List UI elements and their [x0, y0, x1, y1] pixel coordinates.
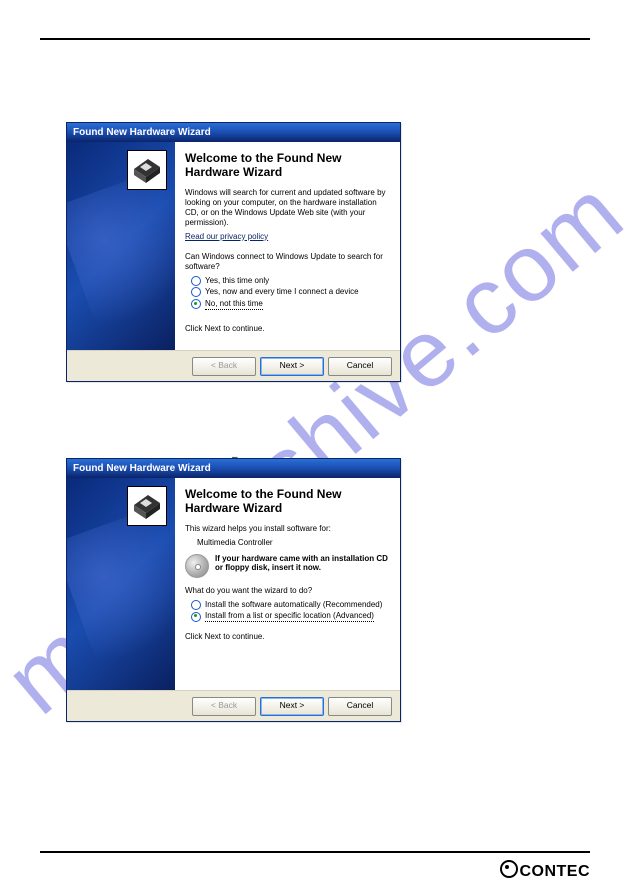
- wizard-dialog-1: Found New Hardware Wizard Welcome to the…: [66, 122, 401, 382]
- question-text: What do you want the wizard to do?: [185, 586, 390, 596]
- radio-option-no[interactable]: No, not this time: [191, 299, 390, 310]
- cd-prompt-row: If your hardware came with an installati…: [185, 554, 390, 578]
- radio-label: Install the software automatically (Reco…: [205, 600, 382, 610]
- device-name: Multimedia Controller: [197, 538, 390, 548]
- wizard-dialog-2: Found New Hardware Wizard Welcome to the…: [66, 458, 401, 722]
- header-rule: [40, 38, 590, 40]
- titlebar[interactable]: Found New Hardware Wizard: [67, 459, 400, 478]
- question-text: Can Windows connect to Windows Update to…: [185, 252, 390, 272]
- radio-icon: [191, 600, 201, 610]
- footer-rule: [40, 851, 590, 853]
- continue-text: Click Next to continue.: [185, 324, 390, 334]
- radio-label: No, not this time: [205, 299, 263, 310]
- dialog-content: Welcome to the Found New Hardware Wizard…: [175, 142, 400, 350]
- intro-text: This wizard helps you install software f…: [185, 524, 390, 534]
- radio-group: Install the software automatically (Reco…: [191, 600, 390, 623]
- cd-icon: [185, 554, 209, 578]
- button-bar: < Back Next > Cancel: [67, 350, 400, 381]
- button-bar: < Back Next > Cancel: [67, 690, 400, 721]
- continue-text: Click Next to continue.: [185, 632, 390, 642]
- radio-option-yes-once[interactable]: Yes, this time only: [191, 276, 390, 286]
- cancel-button[interactable]: Cancel: [328, 697, 392, 716]
- wizard-heading: Welcome to the Found New Hardware Wizard: [185, 488, 390, 516]
- cancel-button[interactable]: Cancel: [328, 357, 392, 376]
- radio-label: Install from a list or specific location…: [205, 611, 374, 622]
- dialog-body: Welcome to the Found New Hardware Wizard…: [67, 142, 400, 350]
- titlebar[interactable]: Found New Hardware Wizard: [67, 123, 400, 142]
- dialog-body: Welcome to the Found New Hardware Wizard…: [67, 478, 400, 690]
- radio-icon: [191, 299, 201, 309]
- intro-text: Windows will search for current and upda…: [185, 188, 390, 228]
- radio-icon: [191, 276, 201, 286]
- document-page: manualshive.com Found New Hardware Wizar…: [0, 0, 630, 893]
- radio-label: Yes, this time only: [205, 276, 269, 286]
- radio-option-yes-always[interactable]: Yes, now and every time I connect a devi…: [191, 287, 390, 297]
- privacy-link[interactable]: Read our privacy policy: [185, 232, 268, 241]
- radio-option-auto[interactable]: Install the software automatically (Reco…: [191, 600, 390, 610]
- radio-icon: [191, 612, 201, 622]
- radio-option-advanced[interactable]: Install from a list or specific location…: [191, 611, 390, 622]
- next-button[interactable]: Next >: [260, 357, 324, 376]
- radio-label: Yes, now and every time I connect a devi…: [205, 287, 359, 297]
- wizard-heading: Welcome to the Found New Hardware Wizard: [185, 152, 390, 180]
- wizard-sidebar: [67, 142, 175, 350]
- radio-group: Yes, this time only Yes, now and every t…: [191, 276, 390, 310]
- cd-prompt-text: If your hardware came with an installati…: [215, 554, 390, 573]
- hardware-icon: [127, 150, 167, 190]
- back-button: < Back: [192, 357, 256, 376]
- dialog-content: Welcome to the Found New Hardware Wizard…: [175, 478, 400, 690]
- brand-text: CONTEC: [519, 863, 590, 880]
- brand-ring-icon: [500, 860, 518, 878]
- back-button: < Back: [192, 697, 256, 716]
- hardware-icon: [127, 486, 167, 526]
- next-button[interactable]: Next >: [260, 697, 324, 716]
- wizard-sidebar: [67, 478, 175, 690]
- footer-brand: CONTEC: [500, 858, 590, 881]
- radio-icon: [191, 287, 201, 297]
